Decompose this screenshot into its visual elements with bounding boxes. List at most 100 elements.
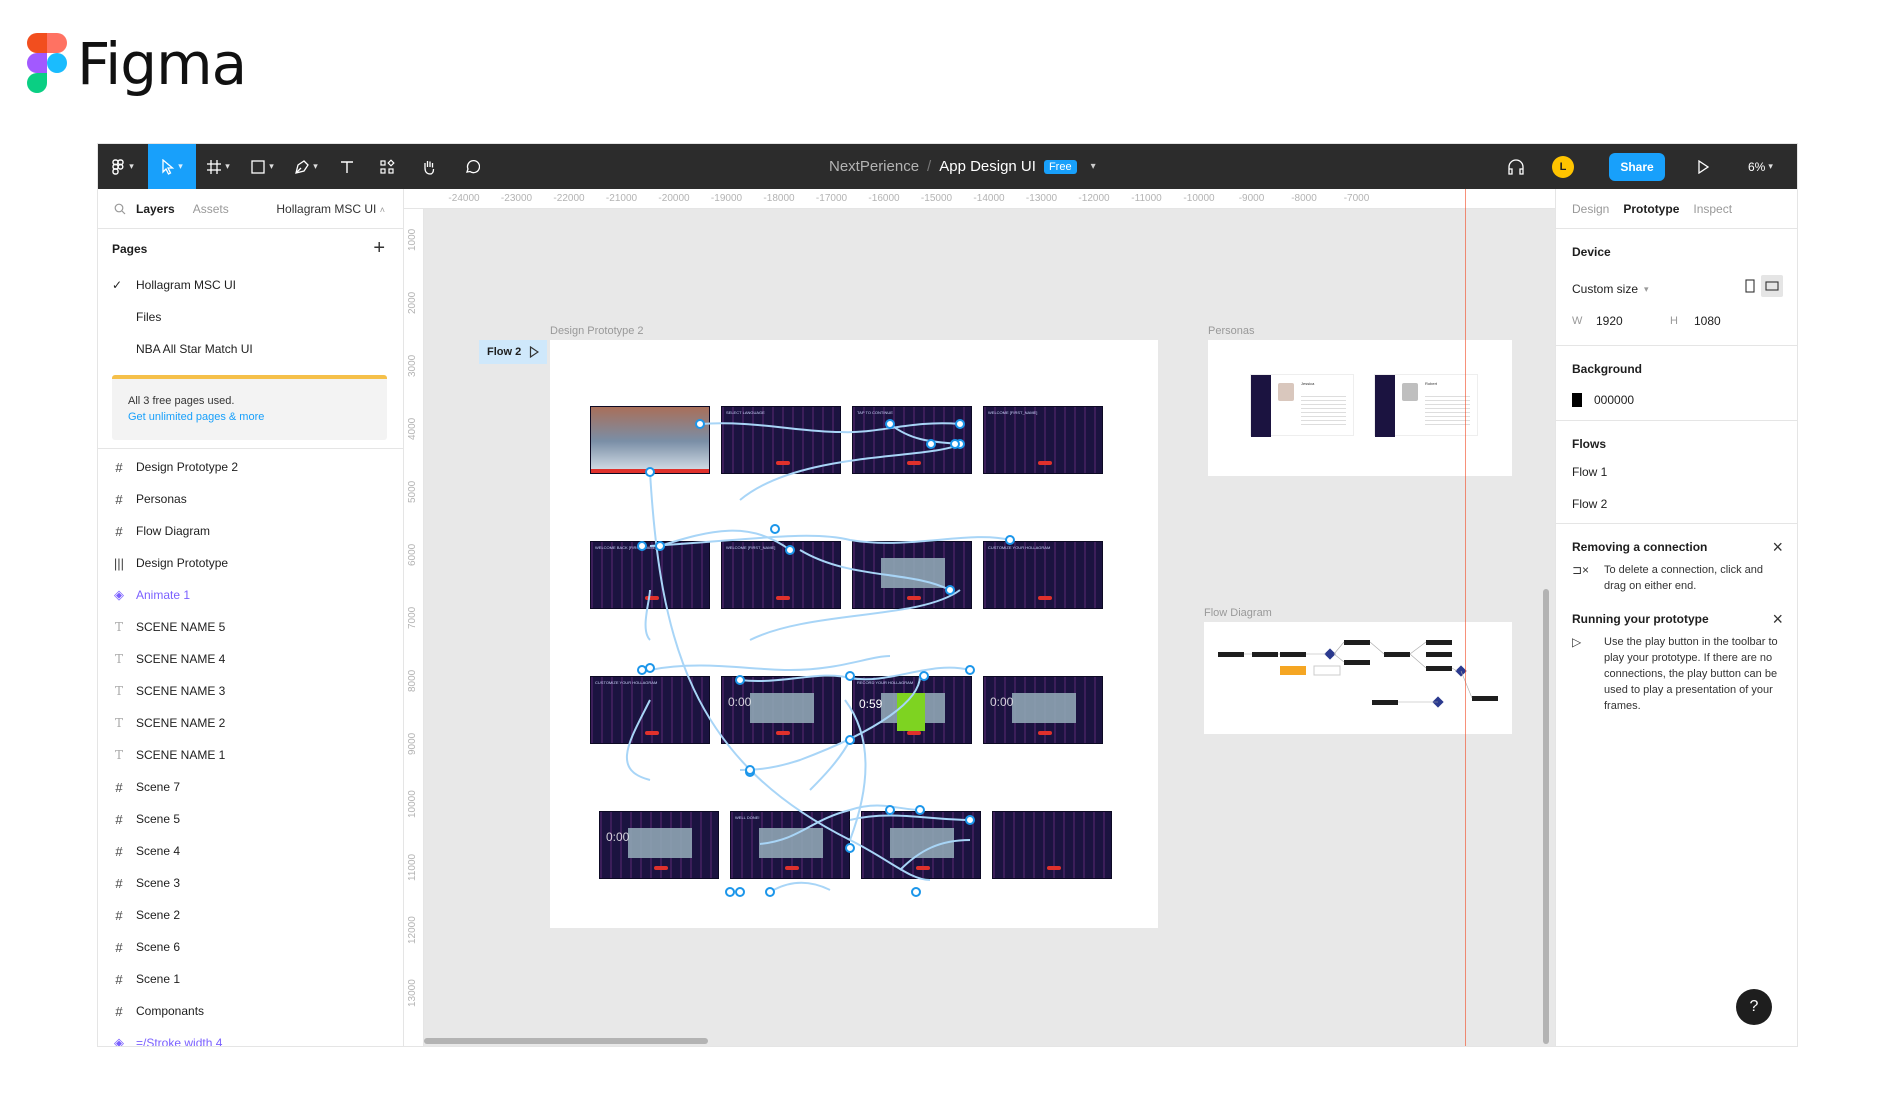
connection-handle[interactable] xyxy=(765,887,775,897)
file-name[interactable]: App Design UI xyxy=(939,158,1036,175)
layer-item[interactable]: T SCENE NAME 3 xyxy=(98,675,403,707)
layer-item[interactable]: T SCENE NAME 4 xyxy=(98,643,403,675)
layer-item[interactable]: ◈ =/Stroke width 4 xyxy=(98,1027,403,1046)
tab-prototype[interactable]: Prototype xyxy=(1623,202,1679,216)
width-input[interactable]: 1920 xyxy=(1596,314,1670,328)
present-button[interactable] xyxy=(1683,144,1723,189)
flow-start-tag[interactable]: Flow 2 xyxy=(479,340,548,364)
search-icon[interactable] xyxy=(114,203,126,215)
layer-item[interactable]: T SCENE NAME 2 xyxy=(98,707,403,739)
zoom-dropdown[interactable]: 6% ▾ xyxy=(1748,144,1773,189)
connection-handle[interactable] xyxy=(695,419,705,429)
layer-item[interactable]: ||| Design Prototype xyxy=(98,547,403,579)
audio-button[interactable] xyxy=(1498,144,1534,189)
connection-handle[interactable] xyxy=(645,467,655,477)
connection-line[interactable] xyxy=(809,739,851,791)
tab-layers[interactable]: Layers xyxy=(136,202,175,216)
connection-handle[interactable] xyxy=(637,541,647,551)
move-tool-button[interactable]: ▾ xyxy=(148,144,196,189)
frame-label-flow-diagram[interactable]: Flow Diagram xyxy=(1204,607,1272,619)
hand-tool-button[interactable] xyxy=(408,144,450,189)
layer-item[interactable]: T SCENE NAME 1 xyxy=(98,739,403,771)
tab-assets[interactable]: Assets xyxy=(193,202,229,216)
connection-handle[interactable] xyxy=(950,439,960,449)
layer-item[interactable]: T SCENE NAME 5 xyxy=(98,611,403,643)
scene-thumbnail[interactable]: RECORD YOUR HOLLAGRAM 0:59 xyxy=(852,676,972,744)
layer-item[interactable]: # Scene 3 xyxy=(98,867,403,899)
connection-handle[interactable] xyxy=(945,585,955,595)
landscape-button[interactable] xyxy=(1761,275,1783,297)
scene-thumbnail[interactable]: 0:00 xyxy=(983,676,1103,744)
connection-handle[interactable] xyxy=(965,665,975,675)
layer-item[interactable]: # Flow Diagram xyxy=(98,515,403,547)
close-icon[interactable]: × xyxy=(1772,610,1783,628)
scene-thumbnail[interactable]: CUSTOMIZE YOUR HOLLAGRAM xyxy=(983,541,1103,609)
close-icon[interactable]: × xyxy=(1772,538,1783,556)
layer-item[interactable]: ◈ Animate 1 xyxy=(98,579,403,611)
page-item-nba[interactable]: NBA All Star Match UI xyxy=(98,333,403,365)
text-tool-button[interactable] xyxy=(328,144,366,189)
main-menu-button[interactable]: ▾ xyxy=(98,144,148,189)
connection-handle[interactable] xyxy=(645,663,655,673)
background-swatch[interactable] xyxy=(1572,393,1582,407)
connection-handle[interactable] xyxy=(955,419,965,429)
connection-handle[interactable] xyxy=(915,805,925,815)
scene-thumbnail[interactable]: WELCOME BACK [FIRST_NAME] xyxy=(590,541,710,609)
layer-item[interactable]: # Design Prototype 2 xyxy=(98,451,403,483)
connection-handle[interactable] xyxy=(845,671,855,681)
resources-tool-button[interactable] xyxy=(366,144,408,189)
connection-handle[interactable] xyxy=(926,439,936,449)
connection-handle[interactable] xyxy=(845,735,855,745)
layer-item[interactable]: # Componants xyxy=(98,995,403,1027)
connection-handle[interactable] xyxy=(725,887,735,897)
connection-line[interactable] xyxy=(649,655,891,672)
background-color-row[interactable]: 000000 xyxy=(1572,390,1781,410)
connection-handle[interactable] xyxy=(1005,535,1015,545)
frame-personas[interactable]: Jessica Robert xyxy=(1208,340,1512,476)
layer-item[interactable]: # Scene 6 xyxy=(98,931,403,963)
scene-thumbnail[interactable] xyxy=(992,811,1112,879)
scene-thumbnail[interactable]: 0:00 xyxy=(721,676,841,744)
layer-item[interactable]: # Scene 2 xyxy=(98,899,403,931)
flow-item-1[interactable]: Flow 1 xyxy=(1572,459,1781,485)
frame-design-prototype-2[interactable]: SELECT LANGUAGE TAP TO CONTINUE WELCOME [F… xyxy=(550,340,1158,928)
height-input[interactable]: 1080 xyxy=(1694,314,1721,328)
scene-thumbnail[interactable]: WELCOME [FIRST_NAME] xyxy=(983,406,1103,474)
chevron-down-icon[interactable]: ▾ xyxy=(1091,161,1096,172)
vertical-scrollbar[interactable] xyxy=(1543,589,1549,1044)
layer-item[interactable]: # Personas xyxy=(98,483,403,515)
scene-thumbnail[interactable]: CUSTOMIZE YOUR HOLLAGRAM xyxy=(590,676,710,744)
connection-handle[interactable] xyxy=(735,675,745,685)
comment-tool-button[interactable] xyxy=(450,144,494,189)
shape-tool-button[interactable]: ▾ xyxy=(240,144,284,189)
frame-label-design-prototype-2[interactable]: Design Prototype 2 xyxy=(550,325,644,337)
connection-line[interactable] xyxy=(769,881,831,893)
connection-handle[interactable] xyxy=(845,843,855,853)
connection-handle[interactable] xyxy=(965,815,975,825)
scene-thumbnail[interactable] xyxy=(861,811,981,879)
connection-handle[interactable] xyxy=(735,887,745,897)
scene-thumbnail[interactable]: WELL DONE! xyxy=(730,811,850,879)
project-name[interactable]: NextPerience xyxy=(829,158,919,175)
frame-label-personas[interactable]: Personas xyxy=(1208,325,1254,337)
tab-inspect[interactable]: Inspect xyxy=(1693,202,1732,216)
connection-handle[interactable] xyxy=(885,805,895,815)
page-item-files[interactable]: Files xyxy=(98,301,403,333)
layer-item[interactable]: # Scene 4 xyxy=(98,835,403,867)
horizontal-scrollbar[interactable] xyxy=(424,1038,708,1044)
connection-handle[interactable] xyxy=(785,545,795,555)
connection-handle[interactable] xyxy=(885,419,895,429)
flow-item-2[interactable]: Flow 2 xyxy=(1572,491,1781,517)
current-page-dropdown[interactable]: Hollagram MSC UI ˄ xyxy=(276,202,385,216)
scene-thumbnail[interactable]: 0:00 xyxy=(599,811,719,879)
canvas[interactable]: -24000 -23000 -22000 -21000 -20000 -19000 -180… xyxy=(404,189,1555,1046)
connection-handle[interactable] xyxy=(770,524,780,534)
connection-handle[interactable] xyxy=(745,765,755,775)
layer-item[interactable]: # Scene 5 xyxy=(98,803,403,835)
user-avatar[interactable]: L xyxy=(1552,156,1574,178)
pen-tool-button[interactable]: ▾ xyxy=(284,144,328,189)
connection-handle[interactable] xyxy=(919,671,929,681)
upgrade-link[interactable]: Get unlimited pages & more xyxy=(128,409,371,425)
add-page-button[interactable]: + xyxy=(373,237,385,260)
layer-item[interactable]: # Scene 1 xyxy=(98,963,403,995)
